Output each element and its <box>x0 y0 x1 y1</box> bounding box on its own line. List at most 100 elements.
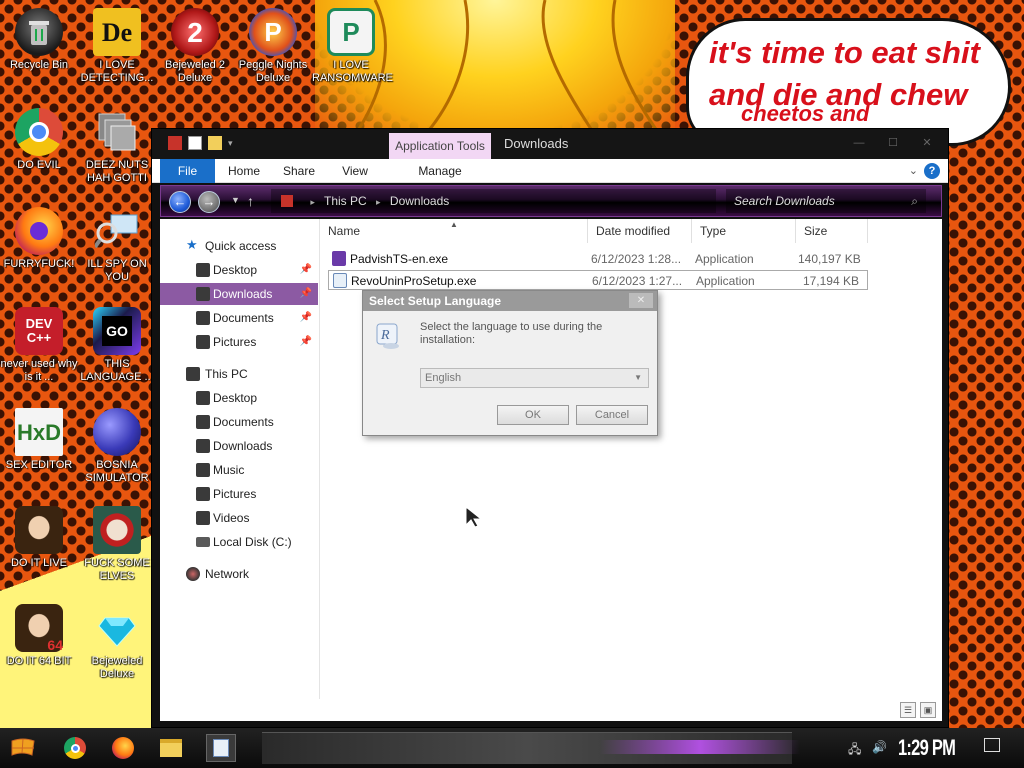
setup-language-dialog[interactable]: Select Setup Language ✕ R Select the lan… <box>362 290 658 436</box>
pin-icon[interactable]: 📌 <box>300 283 312 305</box>
search-input[interactable]: Search Downloads ⌕ <box>726 189 926 213</box>
column-header-size[interactable]: Size <box>796 219 868 243</box>
forward-button[interactable]: → <box>198 191 220 213</box>
properties-icon[interactable] <box>188 136 202 150</box>
explorer-app-icon[interactable] <box>168 136 182 150</box>
desktop-icon-dev-cpp[interactable]: DEV C++ never used why is it ... <box>0 307 78 384</box>
desktop-icon-do-it-64-bit[interactable]: 64 DO IT 64 BIT <box>0 604 78 668</box>
tab-file[interactable]: File <box>160 159 215 183</box>
new-folder-icon[interactable] <box>208 136 222 150</box>
taskbar-chrome-icon[interactable] <box>60 734 90 762</box>
column-header-label: Date modified <box>596 224 671 238</box>
firefox-icon <box>15 207 63 255</box>
help-icon[interactable]: ? <box>924 163 940 179</box>
notification-center-icon[interactable] <box>984 738 1000 752</box>
desktop-icon-furryfuck[interactable]: FURRYFUCK! <box>0 207 78 271</box>
nav-quick-access[interactable]: ★ Quick access <box>160 235 318 257</box>
tab-view[interactable]: View <box>332 159 378 183</box>
breadcrumb-downloads[interactable]: Downloads <box>390 194 449 208</box>
network-tray-icon[interactable]: 🖧 <box>848 740 861 761</box>
large-icons-view-icon[interactable]: ▣ <box>920 702 936 718</box>
desktop-icon-do-evil[interactable]: DO EVIL <box>0 108 78 172</box>
details-view-icon[interactable]: ☰ <box>900 702 916 718</box>
desktop-icon-label: FUCK SOME ELVES <box>84 557 150 582</box>
nav-qa-downloads[interactable]: Downloads 📌 <box>160 283 318 305</box>
mine-icon <box>93 408 141 456</box>
taskbar-firefox-icon[interactable] <box>108 734 138 762</box>
computer-icon <box>186 367 200 381</box>
desktop-icon-spy[interactable]: ILL SPY ON YOU <box>78 207 156 284</box>
desktop-icon-detect-it-easy[interactable]: De I LOVE DETECTING... <box>78 8 156 85</box>
address-bar[interactable]: ▸ This PC ▸ Downloads <box>271 189 716 213</box>
desktop-icon-label: BOSNIA SIMULATOR <box>85 459 149 484</box>
tab-manage[interactable]: Manage <box>389 159 491 183</box>
title-bar[interactable]: ▾ Application Tools Downloads — ☐ ✕ <box>152 129 948 159</box>
language-select-value: English <box>425 372 462 384</box>
desktop-icon-hxd[interactable]: HxD SEX EDITOR <box>0 408 78 472</box>
pin-icon[interactable]: 📌 <box>300 259 312 281</box>
pin-icon[interactable]: 📌 <box>300 331 312 353</box>
desktop-icon-bejeweled-deluxe[interactable]: Bejeweled Deluxe <box>78 604 156 681</box>
column-header-date[interactable]: Date modified <box>588 219 692 243</box>
desktop-icon-label: Bejeweled 2 Deluxe <box>165 59 225 84</box>
back-button[interactable]: ← <box>169 191 191 213</box>
goland-icon: GO <box>93 307 141 355</box>
desktop-icon-fuck-some-elves[interactable]: FUCK SOME ELVES <box>78 506 156 583</box>
desktop-icon-goland[interactable]: GO THIS LANGUAGE ... <box>78 307 156 384</box>
tab-share[interactable]: Share <box>274 159 324 183</box>
file-row[interactable]: PadvishTS-en.exe 6/12/2023 1:28... Appli… <box>328 249 868 269</box>
language-select[interactable]: English ▼ <box>420 368 649 388</box>
pin-icon[interactable]: 📌 <box>300 307 312 329</box>
music-folder-icon <box>196 463 210 477</box>
nav-pc-desktop[interactable]: Desktop <box>160 387 318 409</box>
network-icon <box>186 567 200 581</box>
speech-bubble: it's time to eat shit and die and chew c… <box>686 18 1011 146</box>
desktop-icon-peggle-nights[interactable]: P Peggle Nights Deluxe <box>234 8 312 85</box>
minimize-button[interactable]: — <box>844 135 874 151</box>
navigation-pane[interactable]: ★ Quick access Desktop 📌 Downloads 📌 Doc… <box>160 219 320 699</box>
cancel-button[interactable]: Cancel <box>576 405 648 425</box>
nav-pc-local-disk[interactable]: Local Disk (C:) <box>160 531 318 553</box>
nav-label: Downloads <box>213 439 273 453</box>
nav-qa-desktop[interactable]: Desktop 📌 <box>160 259 318 281</box>
breadcrumb-this-pc[interactable]: This PC <box>324 194 367 208</box>
file-row[interactable]: RevoUninProSetup.exe 6/12/2023 1:27... A… <box>328 270 868 290</box>
desktop-icon-bosnia-simulator[interactable]: BOSNIA SIMULATOR <box>78 408 156 485</box>
desktop-icon-recycle-bin[interactable]: Recycle Bin <box>0 8 78 72</box>
quick-access-toolbar: ▾ <box>168 136 242 150</box>
volume-tray-icon[interactable]: 🔊 <box>872 740 887 754</box>
tab-home[interactable]: Home <box>220 159 268 183</box>
expand-ribbon-chevron-icon[interactable]: ⌄ <box>909 164 918 177</box>
close-button[interactable]: ✕ <box>912 135 942 151</box>
ok-button[interactable]: OK <box>497 405 569 425</box>
taskbar-setup-icon[interactable] <box>206 734 236 762</box>
application-tools-tab-header: Application Tools <box>389 133 491 159</box>
customize-toolbar-icon[interactable]: ▾ <box>228 136 242 150</box>
desktop-icon-bejeweled-2[interactable]: 2 Bejeweled 2 Deluxe <box>156 8 234 85</box>
up-arrow-icon[interactable]: ↑ <box>247 193 254 209</box>
desktop-icon-do-it-live[interactable]: DO IT LIVE <box>0 506 78 570</box>
nav-qa-pictures[interactable]: Pictures 📌 <box>160 331 318 353</box>
desktop-icon-ransomware[interactable]: P I LOVE RANSOMWARE <box>312 8 393 85</box>
column-header-name[interactable]: Name ▲ <box>320 219 588 243</box>
file-size: 17,194 KB <box>802 274 859 288</box>
nav-pc-downloads[interactable]: Downloads <box>160 435 318 457</box>
nav-pc-pictures[interactable]: Pictures <box>160 483 318 505</box>
breadcrumb-separator-icon: ▸ <box>310 197 315 207</box>
file-type: Application <box>696 274 755 288</box>
nav-pc-videos[interactable]: Videos <box>160 507 318 529</box>
start-button[interactable] <box>8 734 38 762</box>
nav-network[interactable]: Network <box>160 563 318 585</box>
nav-qa-documents[interactable]: Documents 📌 <box>160 307 318 329</box>
nav-pc-music[interactable]: Music <box>160 459 318 481</box>
nav-this-pc[interactable]: This PC <box>160 363 318 385</box>
taskbar-clock[interactable]: 1:29 PM <box>898 735 956 761</box>
column-header-type[interactable]: Type <box>692 219 796 243</box>
dialog-close-button[interactable]: ✕ <box>629 293 653 308</box>
taskbar-file-explorer-icon[interactable] <box>156 734 186 762</box>
chrome-icon <box>15 108 63 156</box>
maximize-button[interactable]: ☐ <box>878 135 908 151</box>
recent-locations-chevron-icon[interactable]: ▼ <box>231 195 240 205</box>
desktop-icon-deez-nuts[interactable]: DEEZ NUTS HAH GOTTI <box>78 108 156 185</box>
nav-pc-documents[interactable]: Documents <box>160 411 318 433</box>
